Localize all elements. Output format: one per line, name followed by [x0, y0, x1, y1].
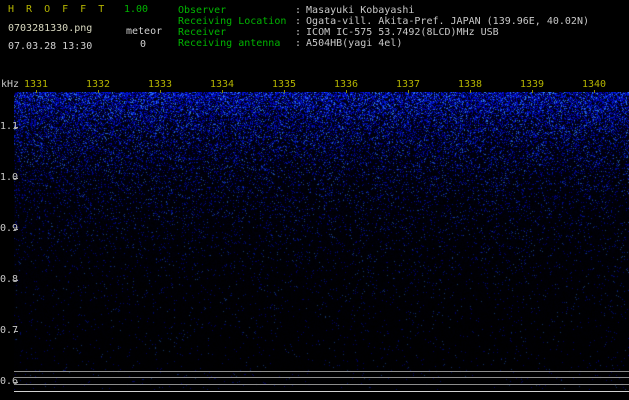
info-row-location: Receiving Location : Ogata-vill. Akita-P… [178, 16, 589, 27]
app-title: H R O F F T [8, 4, 107, 15]
info-separator: : [295, 5, 301, 16]
time-axis-label: 1339 [520, 79, 544, 90]
time-axis-tick [98, 90, 99, 93]
time-axis-label: 1331 [24, 79, 48, 90]
info-separator: : [295, 16, 301, 27]
output-filename: 0703281330.png [8, 23, 92, 34]
level-graph-baseline [14, 391, 629, 392]
info-separator: : [295, 38, 301, 49]
time-axis-label: 1334 [210, 79, 234, 90]
time-axis-tick [346, 90, 347, 93]
time-axis-tick [222, 90, 223, 93]
time-axis-label: 1337 [396, 79, 420, 90]
info-row-observer: Observer : Masayuki Kobayashi [178, 5, 589, 16]
time-axis-label: 1336 [334, 79, 358, 90]
spectrogram-noise-canvas [14, 92, 629, 390]
info-row-antenna: Receiving antenna : A504HB(yagi 4el) [178, 38, 589, 49]
info-value: ICOM IC-575 53.7492(8LCD)MHz USB [306, 27, 499, 38]
time-axis-label: 1335 [272, 79, 296, 90]
frequency-axis-label: 0.7 [0, 325, 12, 336]
meteor-count: 0 [140, 39, 146, 50]
time-axis-tick [284, 90, 285, 93]
level-graph-gridline [14, 371, 629, 372]
time-axis-tick [470, 90, 471, 93]
frequency-axis-label: 1.1 [0, 121, 12, 132]
time-axis-label: 1333 [148, 79, 172, 90]
info-label: Receiving Location [178, 16, 295, 27]
time-axis-tick [408, 90, 409, 93]
info-separator: : [295, 27, 301, 38]
frequency-unit-label: kHz [1, 79, 19, 90]
info-value: Masayuki Kobayashi [306, 5, 414, 16]
time-axis-tick [160, 90, 161, 93]
frequency-axis-label: 1.0 [0, 172, 12, 183]
time-axis-tick [594, 90, 595, 93]
app-version: 1.00 [124, 4, 148, 15]
frequency-axis-label: 0.8 [0, 274, 12, 285]
time-axis-label: 1332 [86, 79, 110, 90]
time-axis-label: 1340 [582, 79, 606, 90]
info-row-receiver: Receiver : ICOM IC-575 53.7492(8LCD)MHz … [178, 27, 589, 38]
frequency-axis-label: 0.6 [0, 376, 12, 387]
observation-info: Observer : Masayuki Kobayashi Receiving … [178, 5, 589, 49]
info-label: Receiving antenna [178, 38, 295, 49]
level-graph-gridline [14, 384, 629, 385]
info-value: Ogata-vill. Akita-Pref. JAPAN (139.96E, … [306, 16, 589, 27]
mode-label: meteor [126, 26, 162, 37]
time-axis-tick [532, 90, 533, 93]
info-label: Observer [178, 5, 295, 16]
level-graph-gridline [14, 377, 629, 378]
time-axis-label: 1338 [458, 79, 482, 90]
info-label: Receiver [178, 27, 295, 38]
time-axis-tick [36, 90, 37, 93]
datetime: 07.03.28 13:30 [8, 41, 92, 52]
time-axis: 1331 1332 1333 1334 1335 1336 1337 1338 1339 1340 [0, 79, 629, 95]
info-value: A504HB(yagi 4el) [306, 38, 402, 49]
frequency-axis-label: 0.9 [0, 223, 12, 234]
